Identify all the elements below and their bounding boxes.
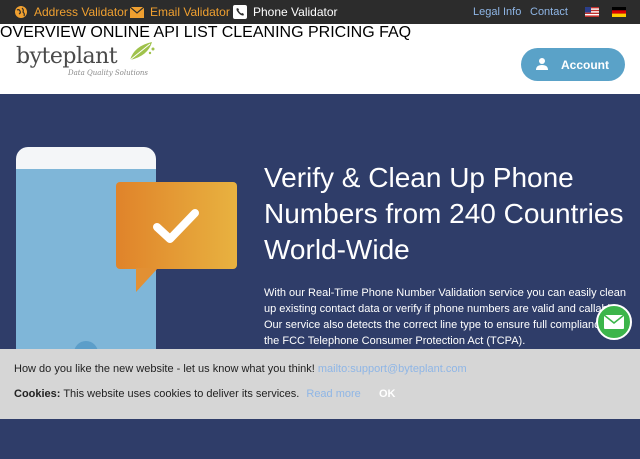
contact-link[interactable]: Contact — [530, 0, 568, 24]
nav-overview[interactable]: OVERVIEW — [0, 24, 86, 41]
byteplant-logo[interactable]: byteplant Data Quality Solutions — [16, 42, 155, 77]
logo-tagline: Data Quality Solutions — [68, 69, 149, 77]
cookies-text: This website uses cookies to deliver its… — [63, 388, 300, 400]
address-validator-label: Address Validator — [34, 5, 128, 19]
envelope-icon — [130, 6, 144, 18]
cookie-line: Cookies: This website uses cookies to de… — [14, 388, 361, 400]
leaf-icon — [129, 42, 155, 61]
nav-faq[interactable]: FAQ — [379, 24, 411, 41]
phone-validator-label: Phone Validator — [253, 5, 338, 19]
support-mail-link[interactable]: mailto:support@byteplant.com — [318, 363, 467, 375]
read-more-link[interactable]: Read more — [306, 388, 360, 400]
logo-brand: byteplant — [16, 44, 118, 69]
email-validator-label: Email Validator — [150, 5, 230, 19]
contact-mail-button[interactable] — [596, 304, 632, 340]
account-button[interactable]: Account — [521, 48, 625, 81]
cookies-label: Cookies: — [14, 388, 61, 400]
email-validator-link[interactable]: Email Validator — [130, 0, 230, 24]
checkmark-icon — [153, 209, 199, 243]
cookie-ok-button[interactable]: OK — [379, 388, 396, 400]
address-validator-link[interactable]: Address Validator — [14, 0, 128, 24]
hero-description: With our Real-Time Phone Number Validati… — [264, 287, 629, 347]
nav-list-cleaning[interactable]: LIST CLEANING — [184, 24, 304, 41]
feedback-line: How do you like the new website - let us… — [14, 363, 467, 375]
legal-info-link[interactable]: Legal Info — [473, 0, 521, 24]
feedback-text: How do you like the new website - let us… — [14, 363, 315, 375]
us-flag-icon[interactable] — [585, 7, 599, 17]
nav-online-api[interactable]: ONLINE API — [90, 24, 179, 41]
phone-validator-link[interactable]: Phone Validator — [233, 0, 338, 24]
hero-title: Verify & Clean Up Phone Numbers from 240… — [264, 162, 624, 265]
bubble-tail — [136, 268, 158, 292]
globe-icon — [15, 6, 27, 18]
mail-icon — [604, 315, 624, 329]
user-icon — [536, 58, 548, 70]
top-bar: Address Validator Email Validator Phone … — [0, 0, 640, 24]
account-label: Account — [561, 58, 609, 72]
nav-pricing[interactable]: PRICING — [308, 24, 375, 41]
de-flag-icon[interactable] — [612, 7, 626, 17]
phone-icon — [233, 5, 247, 19]
site-header: byteplant Data Quality Solutions OVERVIE… — [0, 24, 640, 94]
cookie-banner: How do you like the new website - let us… — [0, 349, 640, 419]
